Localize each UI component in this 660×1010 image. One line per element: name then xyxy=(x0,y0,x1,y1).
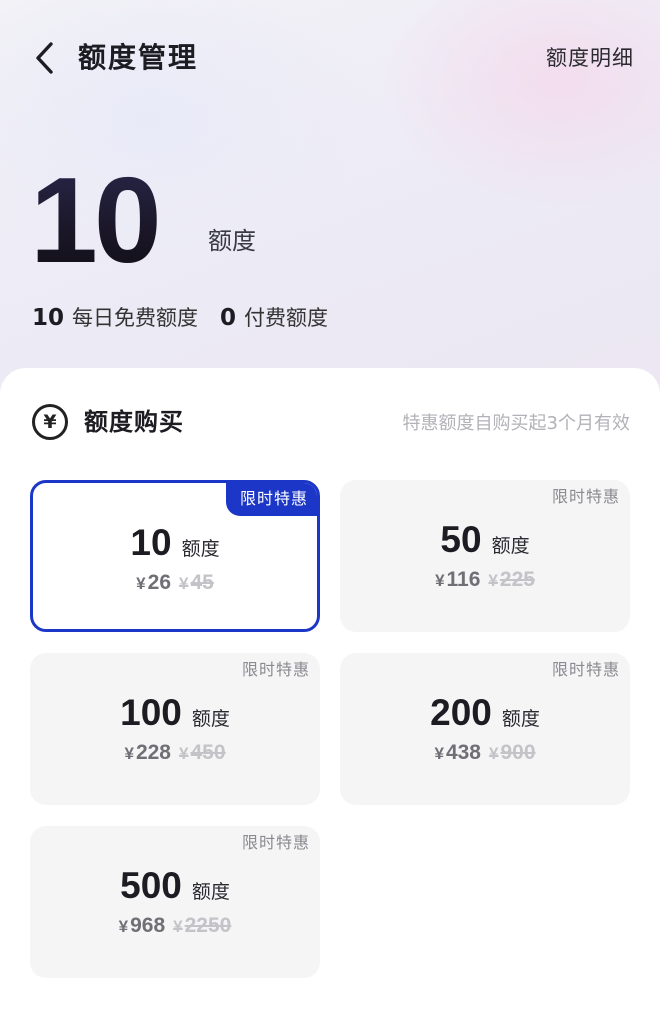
paid-value: 0 xyxy=(220,305,237,331)
package-unit: 额度 xyxy=(191,881,230,903)
daily-free-label: 每日免费额度 xyxy=(72,306,199,330)
quota-detail-link[interactable]: 额度明细 xyxy=(546,42,634,74)
original-price: ¥450 xyxy=(179,741,226,764)
promo-badge: 限时特惠 xyxy=(241,660,310,679)
package-unit: 额度 xyxy=(501,708,540,730)
sale-price: ¥228 xyxy=(124,741,171,764)
yen-circle-icon: ¥ xyxy=(32,404,68,440)
purchase-title: 额度购买 xyxy=(84,408,184,436)
original-price: ¥225 xyxy=(488,568,535,591)
original-price: ¥900 xyxy=(489,741,536,764)
package-unit: 额度 xyxy=(491,535,530,557)
balance-unit: 额度 xyxy=(208,227,256,255)
package-card-200[interactable]: 限时特惠 200 额度 ¥438 ¥900 xyxy=(340,653,630,805)
package-unit: 额度 xyxy=(181,538,220,560)
sale-price: ¥116 xyxy=(435,568,481,591)
package-card-500[interactable]: 限时特惠 500 额度 ¥968 ¥2250 xyxy=(30,826,320,978)
package-card-100[interactable]: 限时特惠 100 额度 ¥228 ¥450 xyxy=(30,653,320,805)
balance-total: 10 xyxy=(30,152,162,288)
sale-price: ¥26 xyxy=(136,571,171,594)
original-price: ¥2250 xyxy=(173,914,232,937)
quota-breakdown: 10 每日免费额度 0 付费额度 xyxy=(32,302,328,334)
promo-badge: 限时特惠 xyxy=(241,833,310,852)
daily-free-value: 10 xyxy=(32,305,65,331)
chevron-left-icon xyxy=(36,42,53,74)
top-bar: 额度管理 额度明细 xyxy=(0,0,660,120)
package-amount: 200 xyxy=(430,692,492,733)
sale-price: ¥438 xyxy=(434,741,481,764)
package-amount: 500 xyxy=(120,865,182,906)
sale-price: ¥968 xyxy=(118,914,166,937)
package-amount: 50 xyxy=(440,519,482,560)
page-title: 额度管理 xyxy=(78,41,199,74)
package-amount: 10 xyxy=(130,522,172,563)
promo-badge: 限时特惠 xyxy=(551,487,620,506)
purchase-header: ¥ 额度购买 xyxy=(32,404,184,440)
original-price: ¥45 xyxy=(179,571,214,594)
package-card-10[interactable]: 限时特惠 10 额度 ¥26 ¥45 xyxy=(30,480,320,632)
promo-badge: 限时特惠 xyxy=(551,660,620,679)
promo-badge: 限时特惠 xyxy=(225,483,317,516)
package-unit: 额度 xyxy=(191,708,230,730)
package-card-50[interactable]: 限时特惠 50 额度 ¥116 ¥225 xyxy=(340,480,630,632)
package-amount: 100 xyxy=(120,692,182,733)
back-button[interactable] xyxy=(24,38,64,78)
paid-label: 付费额度 xyxy=(244,306,329,330)
purchase-panel: ¥ 额度购买 特惠额度自购买起3个月有效 限时特惠 10 额度 ¥26 ¥45 限时… xyxy=(0,368,660,1010)
validity-note: 特惠额度自购买起3个月有效 xyxy=(402,413,630,434)
